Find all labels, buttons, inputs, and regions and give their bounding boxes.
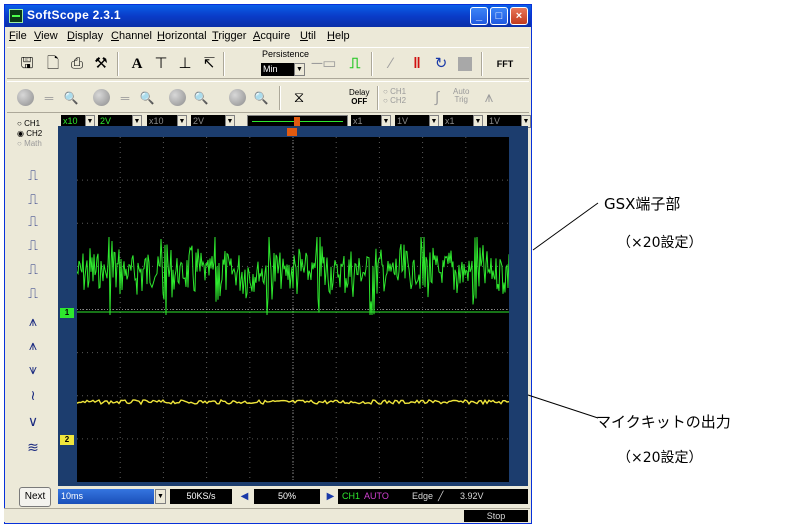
gsx-annotation-sub: （×20設定） <box>617 235 703 251</box>
mic-annotation-sub: （×20設定） <box>617 450 703 466</box>
gsx-leader-line <box>532 202 599 251</box>
mic-leader-line <box>527 394 599 419</box>
gsx-annotation-title: GSX端子部 <box>604 195 681 213</box>
mic-annotation-title: マイクキットの出力 <box>596 413 731 431</box>
